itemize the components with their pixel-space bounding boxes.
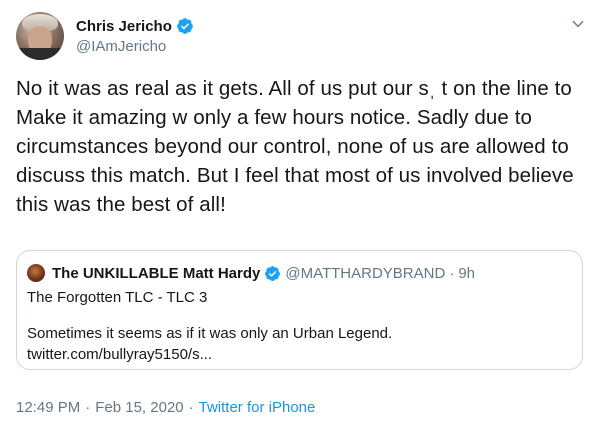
quoted-tweet-header: The UNKILLABLE Matt Hardy @MATTHARDYBRAN… xyxy=(52,264,475,282)
verified-badge-icon xyxy=(265,265,281,281)
tweet-source-link[interactable]: Twitter for iPhone xyxy=(199,399,316,416)
quoted-separator: · xyxy=(449,264,455,282)
author-avatar[interactable] xyxy=(16,12,64,60)
avatar-shirt xyxy=(16,48,64,60)
tweet-card: Chris Jericho @IAmJericho No it was as r… xyxy=(0,0,602,434)
chevron-down-icon xyxy=(572,20,584,28)
author-handle[interactable]: @IAmJericho xyxy=(76,38,166,55)
tweet-metadata: 12:49 PM · Feb 15, 2020 · Twitter for iP… xyxy=(16,399,315,416)
tweet-menu-button[interactable] xyxy=(568,14,588,34)
quoted-tweet[interactable]: The UNKILLABLE Matt Hardy @MATTHARDYBRAN… xyxy=(16,250,583,370)
quoted-author-name: The UNKILLABLE Matt Hardy xyxy=(52,264,261,282)
quoted-author-handle: @MATTHARDYBRAND xyxy=(285,264,446,282)
tweet-time[interactable]: 12:49 PM xyxy=(16,399,80,416)
quoted-author-avatar xyxy=(27,264,45,282)
quoted-text-title: The Forgotten TLC - TLC 3 xyxy=(27,289,208,306)
quoted-text-link: twitter.com/bullyray5150/s... xyxy=(27,346,213,363)
tweet-text: No it was as real as it gets. All of us … xyxy=(16,77,574,216)
author-name-row[interactable]: Chris Jericho xyxy=(76,16,194,36)
author-display-name[interactable]: Chris Jericho xyxy=(76,18,172,35)
verified-badge-icon xyxy=(176,18,193,34)
tweet-date[interactable]: Feb 15, 2020 xyxy=(95,399,183,416)
meta-separator: · xyxy=(188,399,194,416)
quoted-text-body: Sometimes it seems as if it was only an … xyxy=(27,325,393,342)
quoted-timestamp: 9h xyxy=(458,264,475,282)
meta-separator: · xyxy=(85,399,91,416)
